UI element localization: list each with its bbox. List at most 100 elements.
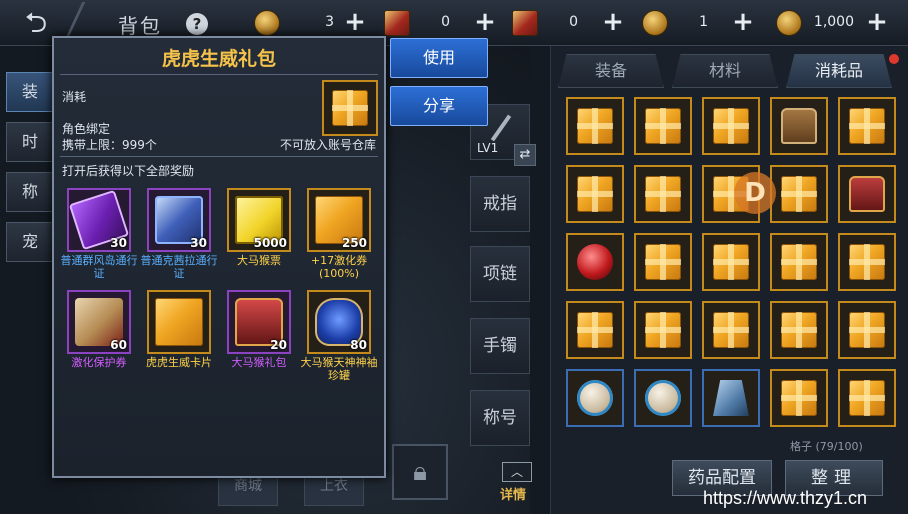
watermark: https://www.thzy1.cn bbox=[703, 488, 868, 508]
inventory-slot[interactable] bbox=[770, 165, 828, 223]
item-detail-popup: 虎虎生威礼包 消耗 角色绑定 携带上限：999个 不可放入账号仓库 打开后获得以… bbox=[52, 36, 386, 478]
lock-icon[interactable]: 🔒︎ bbox=[392, 444, 448, 500]
ticket-scroll-icon bbox=[512, 10, 538, 36]
inventory-slot[interactable] bbox=[634, 97, 692, 155]
tab-materials[interactable]: 材料 bbox=[672, 54, 778, 88]
inventory-slot[interactable] bbox=[838, 301, 896, 359]
inventory-slot[interactable] bbox=[702, 301, 760, 359]
currency-gold-coin: 3 + bbox=[254, 8, 374, 38]
reward-icon-frame: 60 bbox=[67, 290, 131, 354]
inventory-slot[interactable] bbox=[634, 165, 692, 223]
left-tab-equip[interactable]: 装 bbox=[6, 72, 54, 112]
reward-count: 20 bbox=[270, 338, 287, 352]
gift-box-icon bbox=[781, 380, 817, 416]
use-button[interactable]: 使用 bbox=[390, 38, 488, 78]
ring-slot[interactable]: 戒指 bbox=[470, 176, 530, 232]
currency-value: 1 bbox=[699, 14, 708, 30]
inventory-slot[interactable] bbox=[838, 97, 896, 155]
reward-name: 大马猴天神神袖珍罐 bbox=[300, 356, 378, 382]
reward-item[interactable]: 30 普通群风岛通行证 bbox=[60, 188, 138, 280]
cape-icon bbox=[713, 380, 749, 416]
inventory-slot[interactable] bbox=[702, 369, 760, 427]
detail-link[interactable]: 详情 bbox=[500, 484, 526, 503]
reward-item[interactable]: 5000 大马猴票 bbox=[220, 188, 298, 267]
currency-value: 1,000 bbox=[813, 14, 854, 30]
inventory-slot[interactable] bbox=[566, 369, 624, 427]
currency-value: 3 bbox=[325, 14, 334, 30]
inventory-slot[interactable] bbox=[770, 97, 828, 155]
reward-icon-frame: 30 bbox=[147, 188, 211, 252]
reward-count: 30 bbox=[110, 236, 127, 250]
title-slot[interactable]: 称号 bbox=[470, 390, 530, 446]
left-tab-fashion[interactable]: 时 bbox=[6, 122, 54, 162]
gift-box-icon bbox=[781, 244, 817, 280]
floating-assistant-icon[interactable]: D bbox=[734, 172, 776, 214]
red-chest-icon bbox=[849, 176, 885, 212]
inventory-slot[interactable] bbox=[634, 369, 692, 427]
gold-coin-stack-icon bbox=[776, 10, 802, 36]
help-icon[interactable]: ? bbox=[186, 13, 208, 35]
gift-box-icon bbox=[645, 244, 681, 280]
gold-coin-icon bbox=[254, 10, 280, 36]
gift-box-icon bbox=[849, 108, 885, 144]
inventory-slot[interactable] bbox=[566, 165, 624, 223]
reward-item[interactable]: 虎虎生威卡片 bbox=[140, 290, 218, 369]
reward-item[interactable]: 20 大马猴礼包 bbox=[220, 290, 298, 369]
inventory-slot[interactable] bbox=[770, 301, 828, 359]
refresh-icon[interactable]: ⇄ bbox=[514, 144, 536, 166]
reward-icon-frame: 30 bbox=[67, 188, 131, 252]
reward-name: 普通群风岛通行证 bbox=[60, 254, 138, 280]
necklace-slot[interactable]: 项链 bbox=[470, 246, 530, 302]
reward-count: 250 bbox=[341, 236, 367, 250]
add-currency-button[interactable]: + bbox=[600, 8, 626, 36]
gift-box-icon bbox=[645, 312, 681, 348]
reward-name: 普通克茜拉通行证 bbox=[140, 254, 218, 280]
back-arrow-icon[interactable]: ⮌ bbox=[4, 6, 68, 40]
red-scroll-icon bbox=[384, 10, 410, 36]
gift-ball-icon bbox=[577, 380, 613, 416]
left-tab-title[interactable]: 称 bbox=[6, 172, 54, 212]
gift-box-icon bbox=[645, 108, 681, 144]
inventory-slot[interactable] bbox=[838, 369, 896, 427]
reward-header: 打开后获得以下全部奖励 bbox=[62, 164, 195, 178]
currency-value: 0 bbox=[441, 14, 450, 30]
reward-item[interactable]: 250 +17激化券(100%) bbox=[300, 188, 378, 280]
gift-box-icon bbox=[781, 312, 817, 348]
share-button[interactable]: 分享 bbox=[390, 86, 488, 126]
inventory-slot[interactable] bbox=[566, 97, 624, 155]
inventory-slot[interactable] bbox=[634, 233, 692, 291]
inventory-slot[interactable] bbox=[702, 97, 760, 155]
add-currency-button[interactable]: + bbox=[342, 8, 368, 36]
gift-box-icon bbox=[713, 108, 749, 144]
reward-item[interactable]: 30 普通克茜拉通行证 bbox=[140, 188, 218, 280]
inventory-slot[interactable] bbox=[634, 301, 692, 359]
currency-gold-stack: 1,000 + bbox=[776, 8, 904, 38]
add-currency-button[interactable]: + bbox=[864, 8, 890, 36]
gift-box-image bbox=[332, 90, 368, 126]
inventory-slot[interactable] bbox=[770, 233, 828, 291]
inventory-slot[interactable] bbox=[838, 165, 896, 223]
reward-name: 大马猴礼包 bbox=[231, 356, 287, 369]
chevron-up-icon[interactable]: ︿ bbox=[502, 462, 532, 482]
gift-box-icon bbox=[577, 312, 613, 348]
notification-dot bbox=[889, 54, 899, 64]
left-tab-pet[interactable]: 宠 bbox=[6, 222, 54, 262]
reward-item[interactable]: 60 激化保护券 bbox=[60, 290, 138, 369]
gift-box-icon bbox=[849, 312, 885, 348]
inventory-slot[interactable] bbox=[838, 233, 896, 291]
add-currency-button[interactable]: + bbox=[472, 8, 498, 36]
add-currency-button[interactable]: + bbox=[730, 8, 756, 36]
reward-item[interactable]: 80 大马猴天神神袖珍罐 bbox=[300, 290, 378, 382]
reward-count: 60 bbox=[110, 338, 127, 352]
inventory-slot[interactable] bbox=[770, 369, 828, 427]
gift-box-icon bbox=[577, 108, 613, 144]
bracelet-slot[interactable]: 手镯 bbox=[470, 318, 530, 374]
popup-title: 虎虎生威礼包 bbox=[161, 48, 276, 70]
reward-count: 80 bbox=[350, 338, 367, 352]
inventory-slot[interactable] bbox=[566, 301, 624, 359]
tab-equipment[interactable]: 装备 bbox=[558, 54, 664, 88]
reward-name: 激化保护券 bbox=[71, 356, 127, 369]
tab-consumables[interactable]: 消耗品 bbox=[786, 54, 892, 88]
inventory-slot[interactable] bbox=[702, 233, 760, 291]
inventory-slot[interactable] bbox=[566, 233, 624, 291]
